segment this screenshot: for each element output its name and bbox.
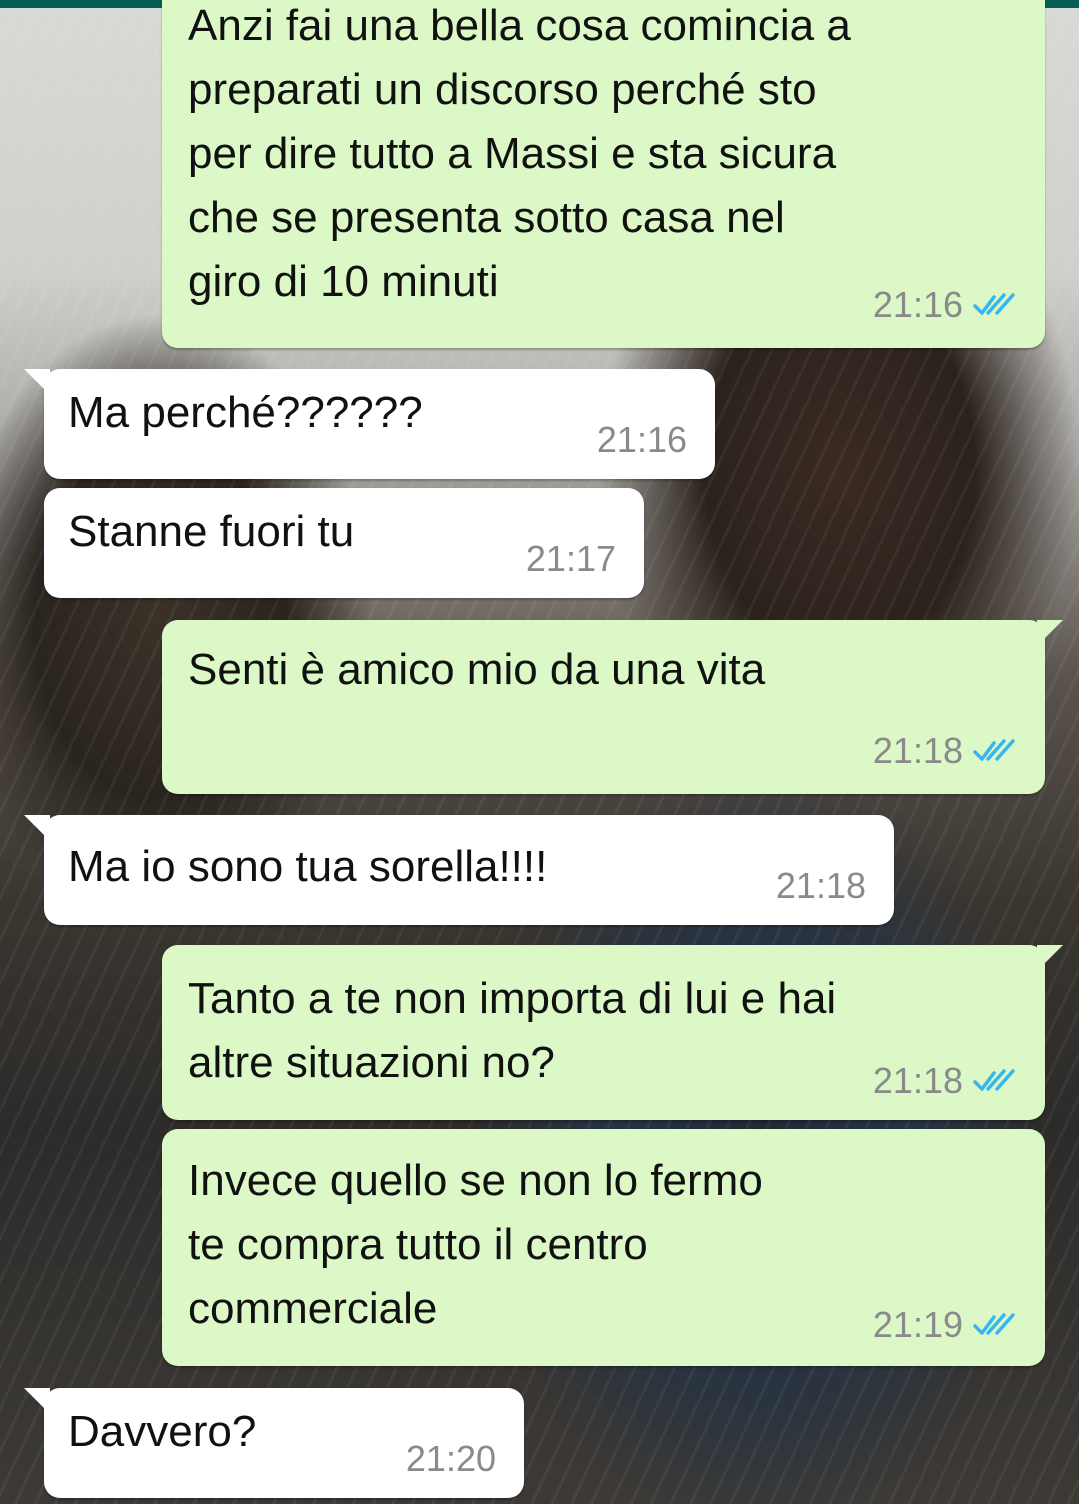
message-time: 21:17 bbox=[525, 538, 616, 579]
message-text: Anzi fai una bella cosa comincia a prepa… bbox=[188, 1, 851, 306]
message-text: Stanne fuori tu bbox=[68, 507, 355, 556]
double-check-icon bbox=[973, 293, 1015, 315]
message-time: 21:18 bbox=[872, 1060, 963, 1101]
message-time: 21:19 bbox=[872, 1304, 963, 1345]
message-list[interactable]: Anzi fai una bella cosa comincia a prepa… bbox=[0, 0, 1079, 1504]
message-meta: 21:18 bbox=[776, 865, 866, 907]
message-time: 21:18 bbox=[775, 865, 866, 906]
message-time: 21:20 bbox=[405, 1438, 496, 1479]
outgoing-message[interactable]: Senti è amico mio da una vita 21:18 bbox=[162, 620, 1063, 794]
message-text: Davvero? bbox=[68, 1407, 257, 1456]
outgoing-message[interactable]: Tanto a te non importa di lui e hai altr… bbox=[162, 945, 1063, 1120]
message-meta: 21:19 bbox=[873, 1304, 1017, 1346]
double-check-icon bbox=[973, 1313, 1015, 1335]
message-time: 21:18 bbox=[872, 730, 963, 771]
bubble-tail bbox=[24, 369, 50, 395]
incoming-message[interactable]: Stanne fuori tu 21:17 bbox=[44, 488, 644, 598]
message-text: Tanto a te non importa di lui e hai altr… bbox=[188, 974, 837, 1087]
bubble-tail bbox=[24, 815, 50, 841]
bubble-tail bbox=[24, 1388, 50, 1414]
message-text: Ma io sono tua sorella!!!! bbox=[68, 842, 548, 891]
message-meta: 21:18 bbox=[873, 730, 1017, 772]
outgoing-message[interactable]: Invece quello se non lo fermo te compra … bbox=[162, 1129, 1045, 1366]
message-meta: 21:18 bbox=[873, 1060, 1017, 1102]
message-time: 21:16 bbox=[872, 284, 963, 325]
message-time: 21:16 bbox=[596, 419, 687, 460]
message-text: Invece quello se non lo fermo te compra … bbox=[188, 1156, 763, 1333]
incoming-message[interactable]: Davvero? 21:20 bbox=[24, 1388, 524, 1498]
double-check-icon bbox=[973, 1069, 1015, 1091]
incoming-message[interactable]: Ma io sono tua sorella!!!! 21:18 bbox=[24, 815, 894, 925]
bubble-tail bbox=[1037, 945, 1063, 971]
message-meta: 21:16 bbox=[873, 284, 1017, 326]
double-check-icon bbox=[973, 739, 1015, 761]
message-meta: 21:17 bbox=[526, 538, 616, 580]
message-meta: 21:16 bbox=[597, 419, 687, 461]
message-text: Ma perché?????? bbox=[68, 388, 423, 437]
bubble-tail bbox=[1037, 620, 1063, 646]
outgoing-message[interactable]: Anzi fai una bella cosa comincia a prepa… bbox=[162, 0, 1045, 348]
message-meta: 21:20 bbox=[406, 1438, 496, 1480]
message-text: Senti è amico mio da una vita bbox=[188, 645, 766, 694]
incoming-message[interactable]: Ma perché?????? 21:16 bbox=[24, 369, 715, 479]
